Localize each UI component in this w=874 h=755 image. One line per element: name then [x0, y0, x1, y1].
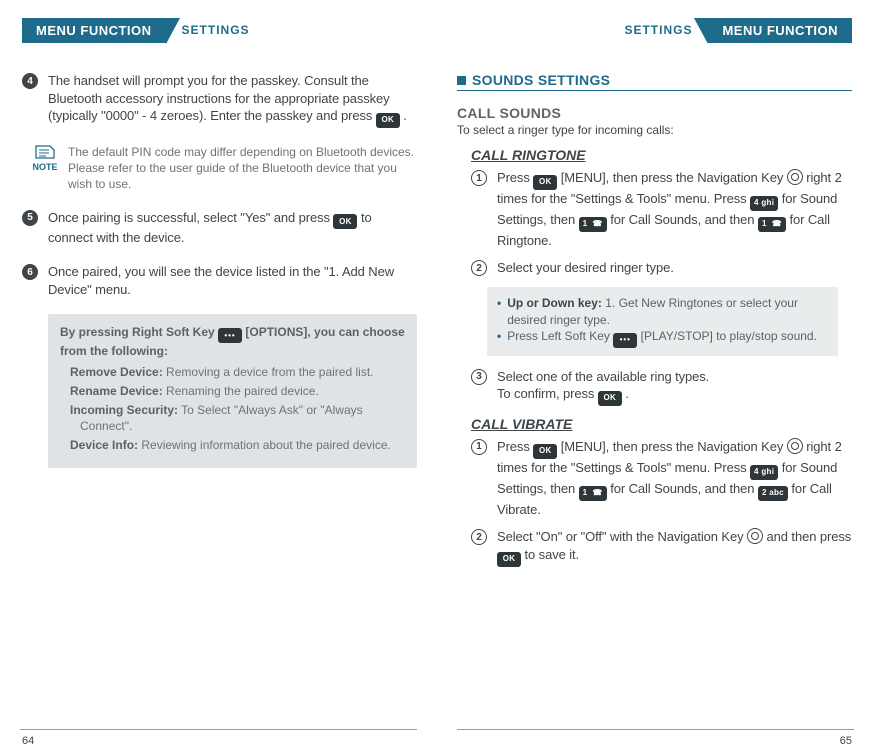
tab-menu-function: MENU FUNCTION — [22, 18, 166, 43]
step-4-text: The handset will prompt you for the pass… — [48, 73, 390, 123]
text: [MENU], then press the Navigation Key — [561, 439, 787, 454]
option-desc: Removing a device from the paired list. — [163, 365, 374, 379]
step-number-6: 6 — [22, 264, 38, 280]
option-term: Remove Device: — [70, 365, 163, 379]
option-term: Rename Device: — [70, 384, 163, 398]
text: Select "On" or "Off" with the Navigation… — [497, 529, 747, 544]
bullet-icon: • — [497, 295, 501, 329]
step-4: 4 The handset will prompt you for the pa… — [22, 72, 417, 128]
note-label: NOTE — [32, 162, 57, 172]
key-text: Press Left Soft Key — [507, 329, 613, 343]
step-5: 5 Once pairing is successful, select "Ye… — [22, 209, 417, 247]
two-key-icon — [758, 486, 788, 501]
right-page: SETTINGS MENU FUNCTION SOUNDS SETTINGS C… — [437, 0, 874, 755]
step-6: 6 Once paired, you will see the device l… — [22, 263, 417, 298]
text: . — [625, 386, 629, 401]
four-key-icon — [750, 196, 778, 211]
option-term: Incoming Security: — [70, 403, 178, 417]
step-5-text-a: Once pairing is successful, select "Yes"… — [48, 210, 333, 225]
nav-key-icon — [787, 438, 803, 454]
text: Select one of the available ring types. — [497, 369, 709, 384]
vibrate-step-2: 2 Select "On" or "Off" with the Navigati… — [471, 528, 852, 566]
square-bullet-icon — [457, 76, 466, 85]
key-help-box: • Up or Down key: 1. Get New Ringtones o… — [487, 287, 838, 356]
text: To confirm, press — [497, 386, 598, 401]
step-number-5: 5 — [22, 210, 38, 226]
ok-key-icon — [533, 175, 557, 190]
dots-key-icon — [613, 333, 637, 348]
ok-key-icon — [333, 214, 357, 229]
option-security: Incoming Security: To Select "Always Ask… — [70, 402, 405, 436]
vibrate-step-1: 1 Press [MENU], then press the Navigatio… — [471, 438, 852, 518]
open-number-1: 1 — [471, 439, 487, 455]
left-header: MENU FUNCTION SETTINGS — [22, 18, 417, 44]
tab-menu-function: MENU FUNCTION — [708, 18, 852, 43]
open-number-2: 2 — [471, 260, 487, 276]
open-number-2: 2 — [471, 529, 487, 545]
dots-key-icon — [218, 328, 242, 343]
option-remove: Remove Device: Removing a device from th… — [70, 364, 405, 381]
option-term: Device Info: — [70, 438, 138, 452]
open-number-1: 1 — [471, 170, 487, 186]
nav-key-icon — [787, 169, 803, 185]
key-text: [PLAY/STOP] to play/stop sound. — [641, 329, 817, 343]
options-lead-a: By pressing Right Soft Key — [60, 325, 218, 339]
bullet-icon: • — [497, 328, 501, 347]
options-box: By pressing Right Soft Key [OPTIONS], yo… — [48, 314, 417, 468]
text: for Call Sounds, and then — [610, 481, 758, 496]
right-header: SETTINGS MENU FUNCTION — [457, 18, 852, 44]
heading-call-vibrate: CALL VIBRATE — [471, 416, 852, 432]
section-title-text: SOUNDS SETTINGS — [472, 72, 610, 88]
page-number-left: 64 — [22, 735, 34, 747]
one-key-icon — [758, 217, 786, 232]
open-number-3: 3 — [471, 369, 487, 385]
heading-call-sounds: CALL SOUNDS — [457, 105, 852, 121]
text: Press — [497, 170, 533, 185]
call-sounds-caption: To select a ringer type for incoming cal… — [457, 123, 852, 137]
tab-settings: SETTINGS — [614, 18, 702, 42]
ringtone-step-3: 3 Select one of the available ring types… — [471, 368, 852, 406]
one-key-icon — [579, 217, 607, 232]
option-rename: Rename Device: Renaming the paired devic… — [70, 383, 405, 400]
ok-key-icon — [497, 552, 521, 567]
note-icon: NOTE — [32, 144, 58, 193]
text: to save it. — [525, 547, 580, 562]
text: Select your desired ringer type. — [497, 259, 852, 277]
ringtone-step-1: 1 Press [MENU], then press the Navigatio… — [471, 169, 852, 249]
text: for Call Sounds, and then — [610, 212, 758, 227]
heading-call-ringtone: CALL RINGTONE — [471, 147, 852, 163]
text: Press — [497, 439, 533, 454]
option-desc: Renaming the paired device. — [163, 384, 319, 398]
page-spread: MENU FUNCTION SETTINGS 4 The handset wil… — [0, 0, 874, 755]
step-4-tail: . — [403, 108, 407, 123]
ok-key-icon — [598, 391, 622, 406]
page-number-right: 65 — [840, 735, 852, 747]
tab-settings: SETTINGS — [172, 18, 260, 42]
ok-key-icon — [376, 113, 400, 128]
option-desc: Reviewing information about the paired d… — [138, 438, 391, 452]
ringtone-step-2: 2 Select your desired ringer type. — [471, 259, 852, 277]
text: [MENU], then press the Navigation Key — [561, 170, 787, 185]
section-sounds-settings: SOUNDS SETTINGS — [457, 72, 852, 91]
note-text: The default PIN code may differ dependin… — [68, 144, 417, 193]
step-6-text: Once paired, you will see the device lis… — [48, 263, 417, 298]
option-info: Device Info: Reviewing information about… — [70, 437, 405, 454]
nav-key-icon — [747, 528, 763, 544]
left-footer: 64 — [0, 735, 437, 747]
one-key-icon — [579, 486, 607, 501]
four-key-icon — [750, 465, 778, 480]
note-block: NOTE The default PIN code may differ dep… — [32, 144, 417, 193]
text: and then press — [767, 529, 852, 544]
ok-key-icon — [533, 444, 557, 459]
step-number-4: 4 — [22, 73, 38, 89]
right-footer: 65 — [437, 735, 874, 747]
left-page: MENU FUNCTION SETTINGS 4 The handset wil… — [0, 0, 437, 755]
key-label: Up or Down key: — [507, 296, 602, 310]
